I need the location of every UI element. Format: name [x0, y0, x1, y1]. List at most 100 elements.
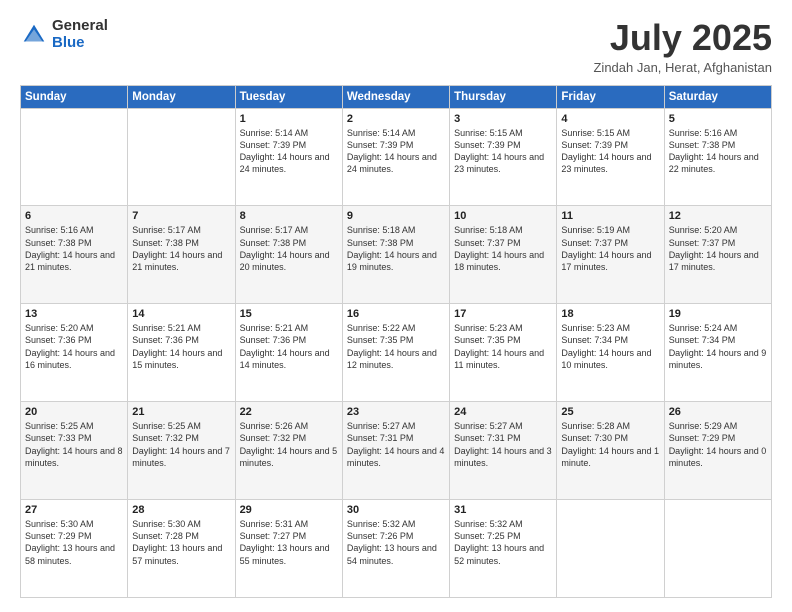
day-number: 14: [132, 308, 230, 320]
day-number: 4: [561, 113, 659, 125]
week-row-4: 20 Sunrise: 5:25 AMSunset: 7:33 PMDayligh…: [21, 402, 772, 500]
day-number: 17: [454, 308, 552, 320]
cell-4-6: 25Sunrise: 5:28 AMSunset: 7:30 PMDayligh…: [557, 402, 664, 500]
week-row-2: 6 Sunrise: 5:16 AMSunset: 7:38 PMDaylight…: [21, 206, 772, 304]
day-number: 7: [132, 210, 230, 222]
cell-info: Sunrise: 5:15 AMSunset: 7:39 PMDaylight:…: [454, 127, 552, 176]
cell-3-7: 19 Sunrise: 5:24 AMSunset: 7:34 PMDayligh…: [664, 304, 771, 402]
cell-5-2: 28 Sunrise: 5:30 AMSunset: 7:28 PMDayligh…: [128, 500, 235, 598]
cell-info: Sunrise: 5:18 AMSunset: 7:37 PMDaylight:…: [454, 224, 552, 273]
calendar-body: 1 Sunrise: 5:14 AMSunset: 7:39 PMDaylight…: [21, 108, 772, 597]
cell-info: Sunrise: 5:21 AMSunset: 7:36 PMDaylight:…: [240, 322, 338, 371]
cell-1-7: 5Sunrise: 5:16 AMSunset: 7:38 PMDaylight…: [664, 108, 771, 206]
cell-info: Sunrise: 5:16 AMSunset: 7:38 PMDaylight:…: [25, 224, 123, 273]
cell-info: Sunrise: 5:24 AMSunset: 7:34 PMDaylight:…: [669, 322, 767, 371]
day-number: 23: [347, 406, 445, 418]
day-number: 12: [669, 210, 767, 222]
cell-5-1: 27Sunrise: 5:30 AMSunset: 7:29 PMDayligh…: [21, 500, 128, 598]
col-tuesday: Tuesday: [235, 85, 342, 108]
cell-5-6: [557, 500, 664, 598]
day-number: 22: [240, 406, 338, 418]
day-number: 8: [240, 210, 338, 222]
cell-1-5: 3Sunrise: 5:15 AMSunset: 7:39 PMDaylight…: [450, 108, 557, 206]
col-saturday: Saturday: [664, 85, 771, 108]
cell-2-6: 11Sunrise: 5:19 AMSunset: 7:37 PMDayligh…: [557, 206, 664, 304]
cell-info: Sunrise: 5:31 AMSunset: 7:27 PMDaylight:…: [240, 518, 338, 567]
cell-4-3: 22 Sunrise: 5:26 AMSunset: 7:32 PMDayligh…: [235, 402, 342, 500]
cell-5-3: 29 Sunrise: 5:31 AMSunset: 7:27 PMDayligh…: [235, 500, 342, 598]
day-number: 18: [561, 308, 659, 320]
cell-2-1: 6 Sunrise: 5:16 AMSunset: 7:38 PMDaylight…: [21, 206, 128, 304]
cell-2-5: 10 Sunrise: 5:18 AMSunset: 7:37 PMDayligh…: [450, 206, 557, 304]
week-row-5: 27Sunrise: 5:30 AMSunset: 7:29 PMDayligh…: [21, 500, 772, 598]
col-monday: Monday: [128, 85, 235, 108]
day-number: 2: [347, 113, 445, 125]
cell-4-1: 20 Sunrise: 5:25 AMSunset: 7:33 PMDayligh…: [21, 402, 128, 500]
cell-info: Sunrise: 5:32 AMSunset: 7:25 PMDaylight:…: [454, 518, 552, 567]
day-number: 19: [669, 308, 767, 320]
cell-3-3: 15Sunrise: 5:21 AMSunset: 7:36 PMDayligh…: [235, 304, 342, 402]
cell-info: Sunrise: 5:18 AMSunset: 7:38 PMDaylight:…: [347, 224, 445, 273]
cell-3-5: 17 Sunrise: 5:23 AMSunset: 7:35 PMDayligh…: [450, 304, 557, 402]
cell-info: Sunrise: 5:28 AMSunset: 7:30 PMDaylight:…: [561, 420, 659, 469]
cell-info: Sunrise: 5:20 AMSunset: 7:36 PMDaylight:…: [25, 322, 123, 371]
cell-3-6: 18 Sunrise: 5:23 AMSunset: 7:34 PMDayligh…: [557, 304, 664, 402]
header-row: Sunday Monday Tuesday Wednesday Thursday…: [21, 85, 772, 108]
cell-info: Sunrise: 5:16 AMSunset: 7:38 PMDaylight:…: [669, 127, 767, 176]
day-number: 10: [454, 210, 552, 222]
col-sunday: Sunday: [21, 85, 128, 108]
month-title: July 2025: [593, 18, 772, 58]
day-number: 11: [561, 210, 659, 222]
cell-info: Sunrise: 5:25 AMSunset: 7:33 PMDaylight:…: [25, 420, 123, 469]
cell-1-4: 2Sunrise: 5:14 AMSunset: 7:39 PMDaylight…: [342, 108, 449, 206]
cell-info: Sunrise: 5:29 AMSunset: 7:29 PMDaylight:…: [669, 420, 767, 469]
page: General Blue July 2025 Zindah Jan, Herat…: [0, 0, 792, 612]
title-block: July 2025 Zindah Jan, Herat, Afghanistan: [593, 18, 772, 75]
cell-info: Sunrise: 5:15 AMSunset: 7:39 PMDaylight:…: [561, 127, 659, 176]
location: Zindah Jan, Herat, Afghanistan: [593, 60, 772, 75]
cell-1-2: [128, 108, 235, 206]
week-row-3: 13 Sunrise: 5:20 AMSunset: 7:36 PMDayligh…: [21, 304, 772, 402]
cell-info: Sunrise: 5:14 AMSunset: 7:39 PMDaylight:…: [240, 127, 338, 176]
cell-5-4: 30Sunrise: 5:32 AMSunset: 7:26 PMDayligh…: [342, 500, 449, 598]
day-number: 24: [454, 406, 552, 418]
cell-info: Sunrise: 5:25 AMSunset: 7:32 PMDaylight:…: [132, 420, 230, 469]
logo-general: General: [52, 18, 108, 35]
cell-4-5: 24 Sunrise: 5:27 AMSunset: 7:31 PMDayligh…: [450, 402, 557, 500]
cell-info: Sunrise: 5:22 AMSunset: 7:35 PMDaylight:…: [347, 322, 445, 371]
cell-info: Sunrise: 5:17 AMSunset: 7:38 PMDaylight:…: [240, 224, 338, 273]
day-number: 26: [669, 406, 767, 418]
cell-info: Sunrise: 5:17 AMSunset: 7:38 PMDaylight:…: [132, 224, 230, 273]
day-number: 13: [25, 308, 123, 320]
day-number: 20: [25, 406, 123, 418]
cell-4-2: 21Sunrise: 5:25 AMSunset: 7:32 PMDayligh…: [128, 402, 235, 500]
day-number: 27: [25, 504, 123, 516]
day-number: 28: [132, 504, 230, 516]
week-row-1: 1 Sunrise: 5:14 AMSunset: 7:39 PMDaylight…: [21, 108, 772, 206]
day-number: 29: [240, 504, 338, 516]
col-friday: Friday: [557, 85, 664, 108]
cell-info: Sunrise: 5:26 AMSunset: 7:32 PMDaylight:…: [240, 420, 338, 469]
col-thursday: Thursday: [450, 85, 557, 108]
cell-info: Sunrise: 5:27 AMSunset: 7:31 PMDaylight:…: [454, 420, 552, 469]
cell-1-1: [21, 108, 128, 206]
day-number: 30: [347, 504, 445, 516]
cell-info: Sunrise: 5:27 AMSunset: 7:31 PMDaylight:…: [347, 420, 445, 469]
day-number: 6: [25, 210, 123, 222]
logo-icon: [20, 21, 48, 49]
day-number: 31: [454, 504, 552, 516]
logo-text: General Blue: [52, 18, 108, 51]
day-number: 16: [347, 308, 445, 320]
cell-3-4: 16 Sunrise: 5:22 AMSunset: 7:35 PMDayligh…: [342, 304, 449, 402]
cell-4-4: 23 Sunrise: 5:27 AMSunset: 7:31 PMDayligh…: [342, 402, 449, 500]
cell-info: Sunrise: 5:23 AMSunset: 7:35 PMDaylight:…: [454, 322, 552, 371]
cell-5-7: [664, 500, 771, 598]
logo-blue: Blue: [52, 35, 108, 52]
cell-4-7: 26 Sunrise: 5:29 AMSunset: 7:29 PMDayligh…: [664, 402, 771, 500]
cell-info: Sunrise: 5:30 AMSunset: 7:28 PMDaylight:…: [132, 518, 230, 567]
calendar-table: Sunday Monday Tuesday Wednesday Thursday…: [20, 85, 772, 598]
cell-info: Sunrise: 5:21 AMSunset: 7:36 PMDaylight:…: [132, 322, 230, 371]
day-number: 1: [240, 113, 338, 125]
cell-5-5: 31 Sunrise: 5:32 AMSunset: 7:25 PMDayligh…: [450, 500, 557, 598]
cell-info: Sunrise: 5:23 AMSunset: 7:34 PMDaylight:…: [561, 322, 659, 371]
